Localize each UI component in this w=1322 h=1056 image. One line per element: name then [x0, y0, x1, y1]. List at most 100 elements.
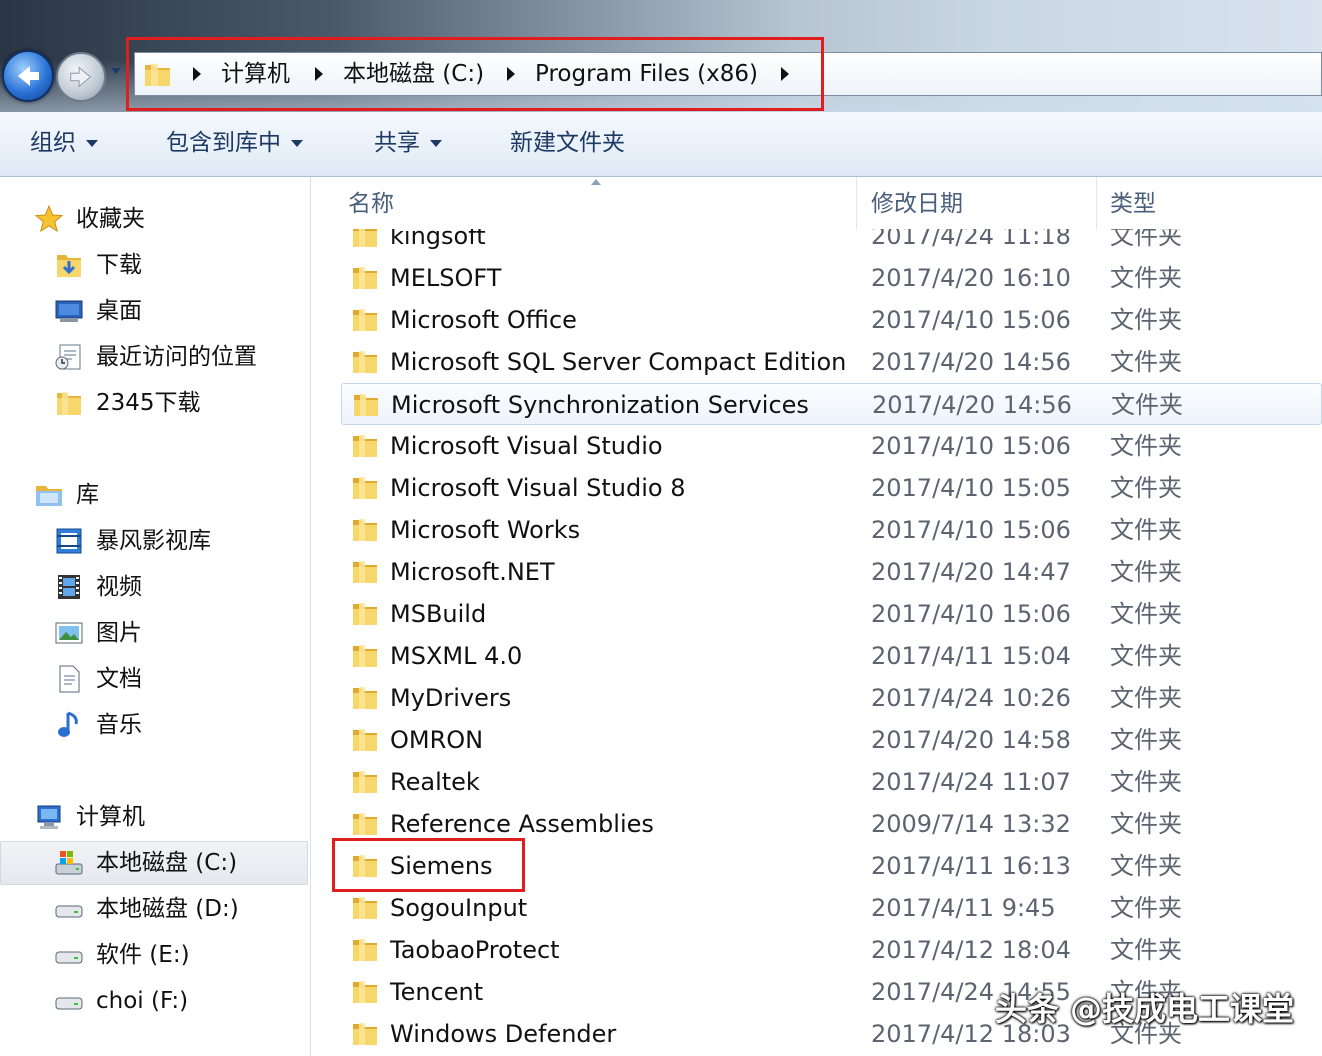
nav-computer[interactable]: 计算机: [0, 797, 310, 837]
file-date: 2017/4/11 16:13: [871, 852, 1071, 880]
system-drive-icon: [55, 851, 83, 875]
nav-drive-c[interactable]: 本地磁盘 (C:): [0, 843, 310, 883]
column-divider[interactable]: [1096, 177, 1097, 229]
folder-icon: [145, 64, 170, 86]
nav-music[interactable]: 音乐: [0, 705, 310, 745]
file-row[interactable]: OMRON 2017/4/20 14:58 文件夹: [341, 719, 1322, 761]
breadcrumb-separator[interactable]: [315, 67, 323, 81]
nav-2345-downloads[interactable]: 2345下载: [0, 383, 310, 423]
folder-icon: [354, 394, 378, 416]
file-name: Microsoft Visual Studio 8: [390, 474, 686, 502]
nav-label: 音乐: [96, 712, 142, 738]
column-header-name[interactable]: 名称: [348, 189, 394, 219]
nav-drive-e[interactable]: 软件 (E:): [0, 935, 310, 975]
share-button[interactable]: 共享: [374, 128, 442, 158]
nav-drive-f[interactable]: choi (F:): [0, 981, 310, 1021]
downloads-folder-icon: [57, 255, 81, 277]
folder-icon: [353, 855, 377, 877]
nav-recent-places[interactable]: 最近访问的位置: [0, 337, 310, 377]
include-in-library-button[interactable]: 包含到库中: [166, 128, 303, 158]
file-row[interactable]: Microsoft SQL Server Compact Edition 2017…: [341, 341, 1322, 383]
recent-places-icon: [55, 344, 81, 370]
computer-icon: [37, 805, 61, 829]
new-folder-button[interactable]: 新建文件夹: [510, 128, 625, 158]
file-name: Realtek: [390, 768, 480, 796]
file-date: 2017/4/20 14:56: [871, 348, 1071, 376]
column-header-date[interactable]: 修改日期: [871, 189, 963, 219]
file-type: 文件夹: [1110, 348, 1182, 376]
nav-label: 库: [76, 482, 99, 508]
forward-button[interactable]: [56, 52, 106, 102]
hard-drive-icon: [55, 997, 83, 1010]
folder-icon: [353, 813, 377, 835]
file-row[interactable]: MELSOFT 2017/4/20 16:10 文件夹: [341, 257, 1322, 299]
file-name: Microsoft Works: [390, 516, 581, 544]
file-type: 文件夹: [1110, 768, 1182, 796]
desktop-icon: [55, 300, 83, 322]
nav-favorites[interactable]: 收藏夹: [0, 199, 310, 239]
file-row[interactable]: Microsoft Synchronization Services 2017/4…: [341, 383, 1322, 425]
nav-pictures[interactable]: 图片: [0, 613, 310, 653]
folder-icon: [353, 477, 377, 499]
file-name: MSXML 4.0: [390, 642, 523, 670]
file-row[interactable]: Realtek 2017/4/24 11:07 文件夹: [341, 761, 1322, 803]
file-name: Microsoft SQL Server Compact Edition: [390, 348, 847, 376]
nav-label: 视频: [96, 574, 142, 600]
file-date: 2017/4/10 15:05: [871, 474, 1071, 502]
nav-libraries[interactable]: 库: [0, 475, 310, 515]
folder-icon: [353, 981, 377, 1003]
breadcrumb-separator[interactable]: [507, 67, 515, 81]
file-date: 2017/4/20 14:47: [871, 558, 1071, 586]
file-row[interactable]: TaobaoProtect 2017/4/12 18:04 文件夹: [341, 929, 1322, 971]
back-button[interactable]: [2, 50, 54, 102]
nav-downloads[interactable]: 下载: [0, 245, 310, 285]
file-name: Microsoft.NET: [390, 558, 555, 586]
nav-desktop[interactable]: 桌面: [0, 291, 310, 331]
breadcrumb-separator[interactable]: [193, 67, 201, 81]
breadcrumb-separator[interactable]: [781, 67, 789, 81]
navigation-pane: 收藏夹 下载 桌面 最近访问的位置 2345下载 库 暴风影视库 视频 图片 文…: [0, 177, 311, 1056]
nav-videos[interactable]: 视频: [0, 567, 310, 607]
organize-label: 组织: [30, 130, 76, 156]
recent-pages-dropdown[interactable]: [111, 68, 121, 74]
nav-label: 图片: [96, 620, 142, 646]
chevron-down-icon: [291, 140, 303, 147]
file-row[interactable]: Reference Assemblies 2009/7/14 13:32 文件夹: [341, 803, 1322, 845]
file-row[interactable]: Microsoft.NET 2017/4/20 14:47 文件夹: [341, 551, 1322, 593]
file-type: 文件夹: [1110, 642, 1182, 670]
file-row[interactable]: Microsoft Works 2017/4/10 15:06 文件夹: [341, 509, 1322, 551]
breadcrumb-computer[interactable]: 计算机: [221, 59, 290, 89]
file-row[interactable]: Siemens 2017/4/11 16:13 文件夹: [341, 845, 1322, 887]
folder-icon: [353, 729, 377, 751]
column-header-type[interactable]: 类型: [1110, 189, 1156, 219]
file-type: 文件夹: [1110, 516, 1182, 544]
document-icon: [59, 665, 80, 693]
file-row[interactable]: Microsoft Visual Studio 2017/4/10 15:06 文件…: [341, 425, 1322, 467]
breadcrumb-program-files[interactable]: Program Files (x86): [535, 59, 758, 89]
file-row[interactable]: MSBuild 2017/4/10 15:06 文件夹: [341, 593, 1322, 635]
file-type: 文件夹: [1110, 684, 1182, 712]
file-name: Tencent: [390, 978, 484, 1006]
breadcrumb-drive-c[interactable]: 本地磁盘 (C:): [343, 59, 484, 89]
folder-icon: [353, 897, 377, 919]
address-bar[interactable]: 计算机 本地磁盘 (C:) Program Files (x86): [134, 52, 1322, 96]
file-row[interactable]: Microsoft Office 2017/4/10 15:06 文件夹: [341, 299, 1322, 341]
file-row[interactable]: MyDrivers 2017/4/24 10:26 文件夹: [341, 677, 1322, 719]
file-date: 2017/4/11 9:45: [871, 894, 1056, 922]
nav-storm-library[interactable]: 暴风影视库: [0, 521, 310, 561]
folder-icon: [353, 435, 377, 457]
file-type: 文件夹: [1110, 474, 1182, 502]
film-icon: [58, 575, 80, 599]
file-type: 文件夹: [1110, 894, 1182, 922]
nav-drive-d[interactable]: 本地磁盘 (D:): [0, 889, 310, 929]
nav-documents[interactable]: 文档: [0, 659, 310, 699]
file-row[interactable]: Microsoft Visual Studio 8 2017/4/10 15:05…: [341, 467, 1322, 509]
nav-label: 软件 (E:): [96, 942, 190, 968]
organize-button[interactable]: 组织: [30, 128, 98, 158]
file-row[interactable]: SogouInput 2017/4/11 9:45 文件夹: [341, 887, 1322, 929]
file-name: SogouInput: [390, 894, 528, 922]
file-row[interactable]: MSXML 4.0 2017/4/11 15:04 文件夹: [341, 635, 1322, 677]
column-divider[interactable]: [856, 177, 857, 229]
folder-icon: [353, 687, 377, 709]
file-type: 文件夹: [1111, 391, 1183, 419]
